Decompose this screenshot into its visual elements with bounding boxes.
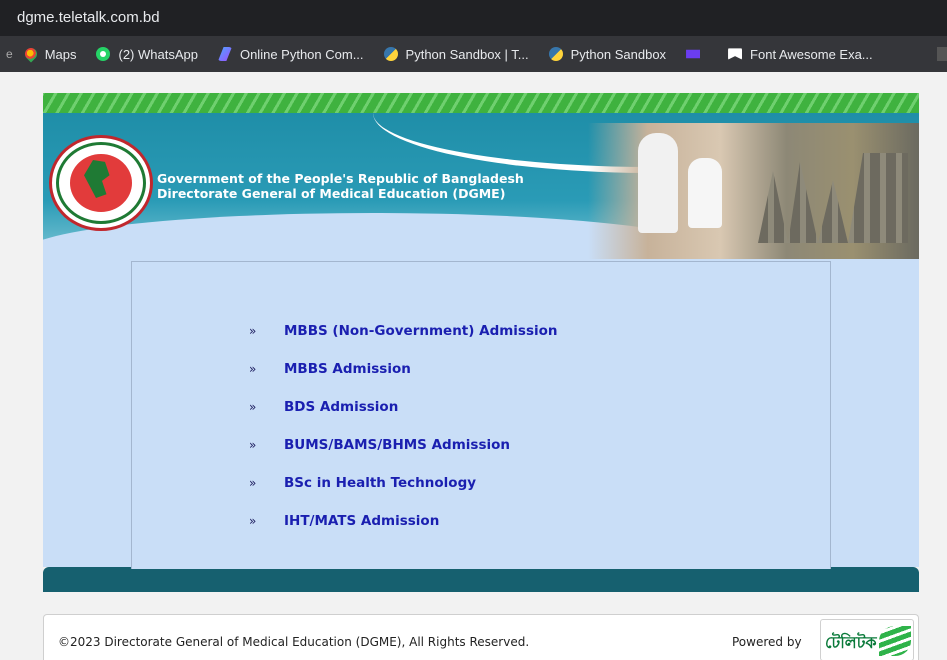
bookmark-whatsapp[interactable]: (2) WhatsApp (96, 46, 198, 62)
admission-menu-box: » MBBS (Non-Government) Admission » MBBS… (131, 261, 831, 569)
list-item: » BSc in Health Technology (249, 464, 558, 502)
whatsapp-icon (96, 47, 111, 61)
bookmark-overflow[interactable] (937, 47, 947, 61)
bookmark-label: Maps (44, 46, 77, 62)
address-bar[interactable]: dgme.teletalk.com.bd (0, 0, 947, 36)
directorate-title: Directorate General of Medical Education… (157, 186, 506, 201)
bullet: » (249, 362, 257, 376)
bullet: » (249, 438, 257, 452)
bookmarks-bar: e Maps (2) WhatsApp Online Python Com...… (0, 36, 947, 72)
list-item: » BUMS/BAMS/BHMS Admission (249, 426, 558, 464)
bookmark-maps[interactable]: Maps (22, 45, 77, 63)
header-banner: Government of the People's Republic of B… (43, 113, 919, 259)
bookmark-label: Online Python Com... (239, 46, 364, 62)
bookmark-online-python[interactable]: Online Python Com... (217, 46, 364, 62)
python-icon (548, 47, 563, 61)
bookmark-label: Python Sandbox | T... (405, 46, 529, 62)
online-python-icon (217, 47, 232, 61)
doctor-figure (638, 133, 678, 233)
government-seal-logo (49, 135, 153, 231)
banner-photo (588, 123, 919, 259)
bookmark-python-sandbox[interactable]: Python Sandbox (548, 46, 667, 62)
bookmark-label: (2) WhatsApp (118, 46, 198, 62)
bookmark-python-sandbox-t[interactable]: Python Sandbox | T... (383, 46, 529, 62)
parliament-building (758, 153, 908, 243)
bullet: » (249, 400, 257, 414)
maps-icon (22, 45, 40, 63)
font-awesome-icon (728, 48, 743, 60)
bookmark-fragment[interactable]: e (6, 47, 13, 61)
list-item: » MBBS Admission (249, 350, 558, 388)
bookmark-font-awesome[interactable]: Font Awesome Exa... (728, 47, 873, 62)
content-area: » MBBS (Non-Government) Admission » MBBS… (43, 259, 919, 569)
bookmark-mail[interactable] (686, 47, 708, 61)
mail-icon (686, 49, 701, 59)
list-item: » IHT/MATS Admission (249, 502, 558, 540)
list-item: » BDS Admission (249, 388, 558, 426)
list-item: » MBBS (Non-Government) Admission (249, 312, 558, 350)
banner-title: Government of the People's Republic of B… (157, 171, 524, 201)
bookmark-label: Font Awesome Exa... (750, 46, 873, 62)
footer-bar (43, 567, 919, 592)
link-bums-bams-bhms[interactable]: BUMS/BAMS/BHMS Admission (284, 437, 510, 453)
powered-by-text: Powered by (732, 635, 802, 649)
url-text[interactable]: dgme.teletalk.com.bd (17, 9, 160, 26)
nurse-figure (688, 158, 722, 228)
teletalk-logo[interactable]: টেলিটক (820, 619, 914, 660)
teletalk-swoosh-icon (879, 626, 911, 656)
link-bsc-health-technology[interactable]: BSc in Health Technology (284, 475, 476, 491)
green-stripe (43, 93, 919, 113)
copyright-text: ©2023 Directorate General of Medical Edu… (58, 635, 530, 649)
bullet: » (249, 514, 257, 528)
link-bds[interactable]: BDS Admission (284, 399, 398, 415)
bookmark-label: Python Sandbox (570, 46, 667, 62)
link-mbbs-non-government[interactable]: MBBS (Non-Government) Admission (284, 323, 558, 339)
bullet: » (249, 324, 257, 338)
link-iht-mats[interactable]: IHT/MATS Admission (284, 513, 439, 529)
link-mbbs[interactable]: MBBS Admission (284, 361, 411, 377)
footer: ©2023 Directorate General of Medical Edu… (43, 614, 919, 660)
government-title: Government of the People's Republic of B… (157, 171, 524, 186)
admission-links: » MBBS (Non-Government) Admission » MBBS… (249, 312, 558, 540)
python-icon (383, 47, 398, 61)
teletalk-logo-text: টেলিটক (825, 635, 877, 652)
bullet: » (249, 476, 257, 490)
page-container: Government of the People's Republic of B… (43, 93, 919, 592)
